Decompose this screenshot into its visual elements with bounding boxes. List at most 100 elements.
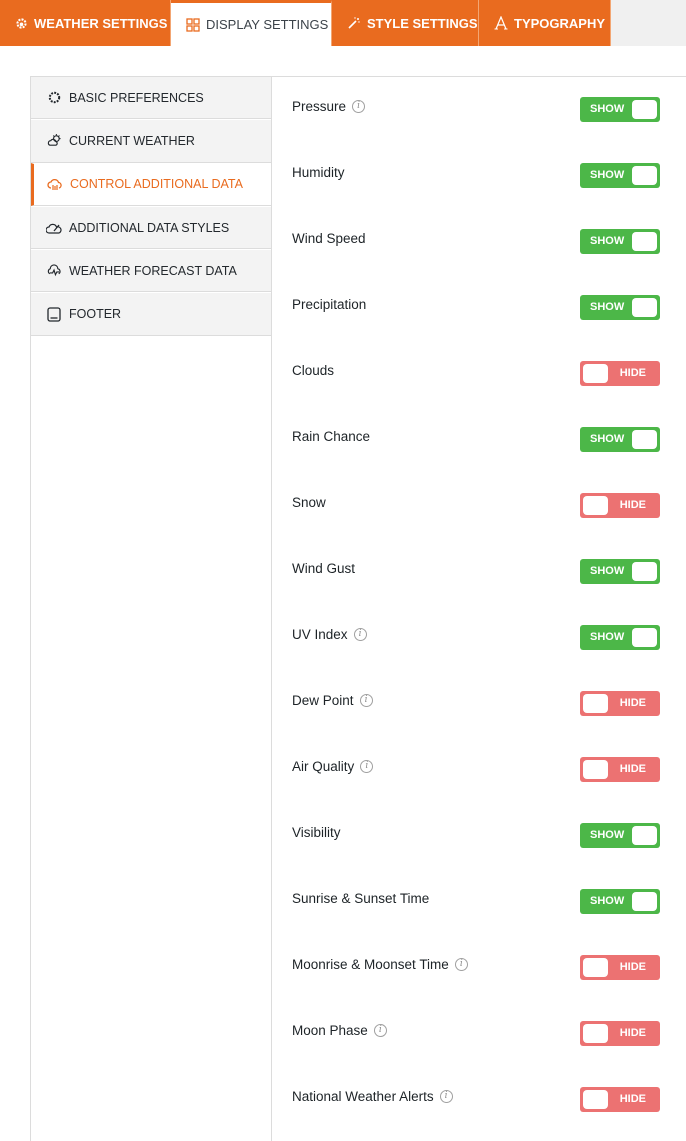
visibility-toggle[interactable]: SHOW: [580, 625, 660, 650]
toggle-state-label: SHOW: [590, 829, 625, 841]
cloud-brush-icon: [46, 220, 62, 236]
setting-label-text: Precipitation: [292, 297, 367, 312]
setting-label-text: Moonrise & Moonset Time: [292, 957, 449, 972]
setting-label: Moon Phase i: [292, 1023, 387, 1038]
setting-row: Moonrise & Moonset Time i HIDE: [292, 934, 660, 1000]
toggle-knob: [632, 628, 657, 647]
visibility-toggle[interactable]: HIDE: [580, 757, 660, 782]
visibility-toggle[interactable]: SHOW: [580, 97, 660, 122]
setting-label: Air Quality i: [292, 759, 374, 774]
magic-wand-icon: [347, 16, 361, 30]
setting-label: National Weather Alerts i: [292, 1089, 453, 1104]
setting-label-text: UV Index: [292, 627, 348, 642]
setting-label: Dew Point i: [292, 693, 373, 708]
footer-icon: [46, 306, 62, 322]
tab-label: WEATHER SETTINGS: [34, 15, 168, 31]
sidebar: BASIC PREFERENCES CURRENT WEATHER CONTRO…: [30, 76, 272, 1141]
setting-label-text: Wind Speed: [292, 231, 366, 246]
toggle-state-label: SHOW: [590, 565, 625, 577]
setting-label-text: Sunrise & Sunset Time: [292, 891, 430, 906]
toggle-knob: [632, 826, 657, 845]
toggle-knob: [632, 892, 657, 911]
visibility-toggle[interactable]: SHOW: [580, 295, 660, 320]
setting-row: Clouds HIDE: [292, 340, 660, 406]
toggle-state-label: SHOW: [590, 433, 625, 445]
visibility-toggle[interactable]: HIDE: [580, 1087, 660, 1112]
toggle-knob: [583, 958, 608, 977]
setting-row: Snow HIDE: [292, 472, 660, 538]
info-icon[interactable]: i: [359, 694, 373, 707]
visibility-toggle[interactable]: HIDE: [580, 691, 660, 716]
setting-label: Wind Speed: [292, 231, 366, 246]
tab-label: TYPOGRAPHY: [514, 15, 606, 31]
toggle-knob: [583, 364, 608, 383]
tab-weather-settings[interactable]: WEATHER SETTINGS: [0, 0, 171, 46]
tab-typography[interactable]: TYPOGRAPHY: [479, 0, 611, 46]
visibility-toggle[interactable]: HIDE: [580, 493, 660, 518]
sidebar-item-footer[interactable]: FOOTER: [31, 292, 271, 336]
setting-label: UV Index i: [292, 627, 367, 642]
visibility-toggle[interactable]: SHOW: [580, 559, 660, 584]
setting-label: Wind Gust: [292, 561, 355, 576]
toggle-state-label: HIDE: [619, 1093, 646, 1105]
setting-row: Humidity SHOW: [292, 142, 660, 208]
toggle-knob: [583, 760, 608, 779]
sidebar-item-control-additional-data[interactable]: CONTROL ADDITIONAL DATA: [31, 162, 271, 206]
setting-row: Rain Chance SHOW: [292, 406, 660, 472]
setting-row: Dew Point i HIDE: [292, 670, 660, 736]
sidebar-item-current-weather[interactable]: CURRENT WEATHER: [31, 119, 271, 163]
setting-label: Humidity: [292, 165, 345, 180]
sidebar-item-label: WEATHER FORECAST DATA: [69, 263, 237, 278]
setting-label-text: Moon Phase: [292, 1023, 368, 1038]
toggle-knob: [632, 430, 657, 449]
setting-row: UV Index i SHOW: [292, 604, 660, 670]
visibility-toggle[interactable]: SHOW: [580, 163, 660, 188]
visibility-toggle[interactable]: HIDE: [580, 1021, 660, 1046]
weather-gear-icon: [15, 16, 28, 30]
visibility-toggle[interactable]: HIDE: [580, 361, 660, 386]
setting-label-text: Dew Point: [292, 693, 354, 708]
visibility-toggle[interactable]: SHOW: [580, 823, 660, 848]
setting-row: Wind Gust SHOW: [292, 538, 660, 604]
info-icon[interactable]: i: [352, 100, 366, 113]
grid-icon: [186, 17, 200, 32]
partly-cloudy-icon: [46, 133, 62, 149]
setting-label-text: Visibility: [292, 825, 341, 840]
info-icon[interactable]: i: [360, 760, 374, 773]
toggle-knob: [583, 694, 608, 713]
setting-row: Wind Speed SHOW: [292, 208, 660, 274]
toggle-state-label: SHOW: [590, 301, 625, 313]
setting-label: Sunrise & Sunset Time: [292, 891, 429, 906]
settings-tabbar: WEATHER SETTINGS DISPLAY SETTINGS STYLE …: [0, 0, 686, 46]
info-icon[interactable]: i: [439, 1090, 453, 1103]
setting-label: Snow: [292, 495, 326, 510]
visibility-toggle[interactable]: SHOW: [580, 427, 660, 452]
setting-label-text: Snow: [292, 495, 326, 510]
cloud-data-icon: [47, 176, 63, 192]
info-icon[interactable]: i: [353, 628, 367, 641]
toggle-state-label: SHOW: [590, 103, 625, 115]
toggle-state-label: HIDE: [619, 961, 646, 973]
setting-label: Rain Chance: [292, 429, 370, 444]
visibility-toggle[interactable]: HIDE: [580, 955, 660, 980]
visibility-toggle[interactable]: SHOW: [580, 889, 660, 914]
tab-style-settings[interactable]: STYLE SETTINGS: [332, 0, 479, 46]
info-icon[interactable]: i: [454, 958, 468, 971]
sidebar-item-additional-data-styles[interactable]: ADDITIONAL DATA STYLES: [31, 205, 271, 250]
info-icon[interactable]: i: [373, 1024, 387, 1037]
toggle-knob: [632, 232, 657, 251]
setting-label-text: Humidity: [292, 165, 345, 180]
visibility-toggle[interactable]: SHOW: [580, 229, 660, 254]
toggle-state-label: HIDE: [619, 499, 646, 511]
tab-display-settings[interactable]: DISPLAY SETTINGS: [171, 0, 332, 46]
toggle-knob: [583, 496, 608, 515]
sidebar-item-weather-forecast-data[interactable]: WEATHER FORECAST DATA: [31, 249, 271, 293]
setting-label: Visibility: [292, 825, 341, 840]
sidebar-item-label: ADDITIONAL DATA STYLES: [69, 220, 230, 235]
setting-label-text: National Weather Alerts: [292, 1089, 434, 1104]
toggle-state-label: HIDE: [619, 697, 646, 709]
setting-row: Precipitation SHOW: [292, 274, 660, 340]
sidebar-item-basic-preferences[interactable]: BASIC PREFERENCES: [31, 76, 271, 120]
setting-label: Moonrise & Moonset Time i: [292, 957, 468, 972]
sidebar-item-label: FOOTER: [69, 307, 122, 322]
